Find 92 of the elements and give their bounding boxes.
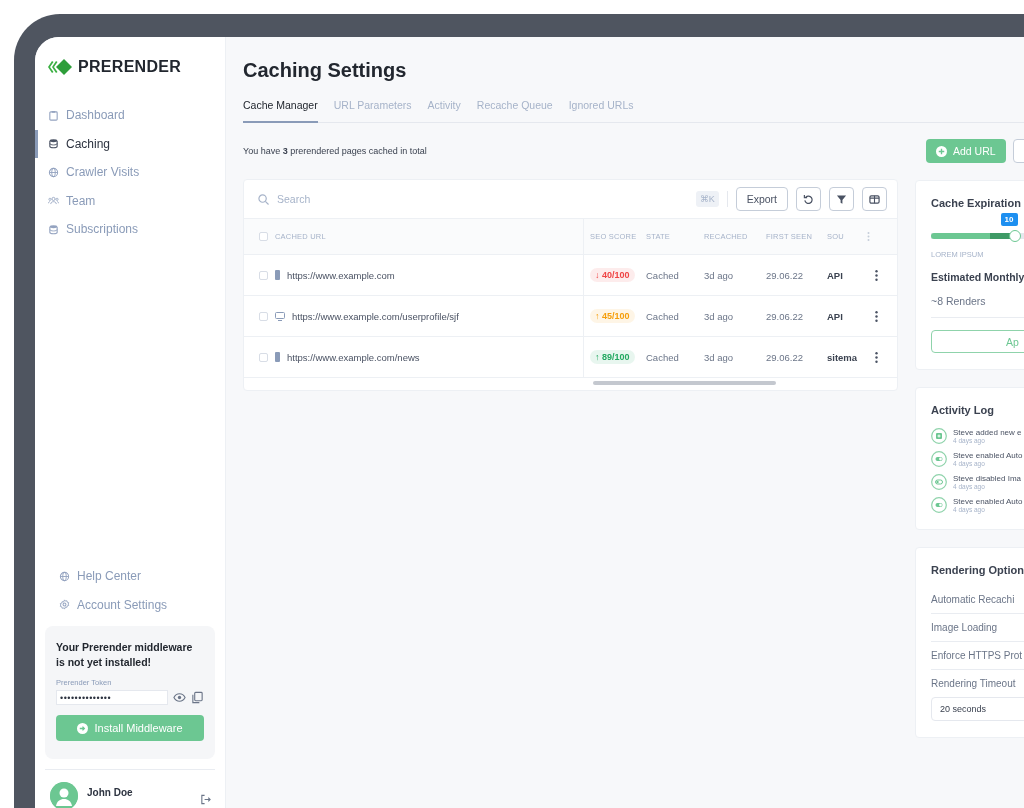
card-title: Rendering Option (931, 564, 1024, 576)
url-cell: https://www.example.com/userprofile/sjf (292, 310, 459, 322)
source-cell: sitema (827, 351, 858, 363)
tab[interactable]: Cache Manager (243, 99, 318, 123)
url-cell: https://www.example.com (287, 269, 395, 281)
activity-text: Steve disabled Ima (953, 474, 1022, 483)
add-url-button[interactable]: Add URL (926, 139, 1006, 163)
state-cell: Cached (646, 310, 679, 322)
slider-handle[interactable] (1008, 230, 1021, 242)
more-icon[interactable] (875, 351, 878, 363)
export-button[interactable]: Export (735, 187, 788, 211)
refresh-icon (803, 193, 814, 205)
url-cell: https://www.example.com/news (287, 351, 420, 363)
settings-icon (59, 599, 70, 611)
checkbox[interactable] (259, 270, 268, 280)
database-icon (48, 138, 59, 150)
people-icon (48, 195, 59, 207)
sidebar-item[interactable]: Help Center (45, 562, 215, 591)
more-icon[interactable] (875, 269, 878, 281)
checkbox[interactable] (259, 311, 268, 321)
summary-text: You have 3 prerendered pages cached in total (243, 145, 428, 158)
sidebar-item[interactable]: Caching (35, 129, 225, 158)
card-title: Cache Expiration (931, 197, 1022, 209)
recached-cell: 3d ago (704, 351, 734, 363)
plus-icon (936, 145, 947, 157)
card-title: Activity Log (931, 404, 995, 416)
activity-text: Steve enabled Auto (953, 451, 1023, 460)
database-icon (48, 223, 59, 235)
phone-icon (275, 270, 280, 280)
source-cell: API (827, 310, 843, 322)
first-seen-cell: 29.06.22 (766, 269, 803, 281)
scrollbar[interactable] (593, 381, 776, 385)
slider-tooltip: 10 (1000, 213, 1018, 226)
page-title: Caching Settings (243, 59, 408, 82)
estimate-value: ~8 Renders (931, 295, 1024, 318)
sidebar-item[interactable]: Team (35, 186, 225, 215)
search-icon (258, 193, 269, 205)
state-cell: Cached (646, 351, 679, 363)
copy-icon[interactable] (191, 691, 204, 704)
activity-text: Steve enabled Auto (953, 497, 1023, 506)
tab[interactable]: Ignored URLs (568, 99, 634, 123)
phone-icon (275, 352, 280, 362)
sidebar-item[interactable]: Dashboard (35, 101, 225, 130)
shortcut-hint: ⌘K (695, 191, 719, 207)
score-badge: ↓ 40/100 (590, 268, 635, 282)
logout-icon[interactable] (200, 794, 211, 805)
option-label: Enforce HTTPS Prot (931, 642, 1024, 670)
sidebar-item[interactable]: Account Settings (45, 590, 215, 619)
score-badge: ↑ 45/100 (590, 309, 635, 323)
estimate-title: Estimated Monthly (931, 271, 1024, 283)
columns-icon (869, 193, 880, 205)
sidebar-item[interactable]: Crawler Visits (35, 158, 225, 187)
clipboard-icon (48, 109, 59, 121)
state-cell: Cached (646, 269, 679, 281)
timeout-select[interactable]: 20 seconds (931, 697, 1024, 721)
toggle-off-icon (931, 474, 947, 490)
filter-icon (836, 193, 847, 205)
toggle-on-icon (931, 497, 947, 513)
score-badge: ↑ 89/100 (590, 350, 635, 364)
user-name: John Doe (87, 787, 133, 798)
logo-text: PRERENDER (78, 58, 182, 76)
refresh-button[interactable] (796, 187, 821, 211)
option-label: Image Loading (931, 614, 1024, 642)
columns-button[interactable] (862, 187, 887, 211)
activity-text: Steve added new e (953, 428, 1022, 437)
checkbox[interactable] (259, 352, 268, 362)
token-field[interactable]: •••••••••••••• (56, 690, 168, 705)
tab[interactable]: Activity (427, 99, 461, 123)
toggle-on-icon (931, 451, 947, 467)
option-label: Automatic Recachi (931, 586, 1024, 614)
globe-icon (59, 570, 70, 582)
recached-cell: 3d ago (704, 269, 734, 281)
option-label: Rendering Timeout (931, 677, 1017, 691)
filter-button[interactable] (829, 187, 854, 211)
more-icon[interactable] (875, 310, 878, 322)
install-middleware-button[interactable]: Install Middleware (56, 715, 204, 741)
sidebar-item[interactable]: Subscriptions (35, 215, 225, 244)
source-cell: API (827, 269, 843, 281)
arrow-right-icon (77, 722, 89, 734)
globe-icon (48, 166, 59, 178)
search-field[interactable]: Search (277, 193, 688, 205)
eye-icon[interactable] (173, 691, 186, 704)
monitor-icon (275, 311, 285, 321)
apply-button[interactable]: Ap (931, 330, 1024, 353)
first-seen-cell: 29.06.22 (766, 351, 803, 363)
logo-icon (48, 57, 72, 77)
tab[interactable]: URL Parameters (333, 99, 412, 123)
first-seen-cell: 29.06.22 (766, 310, 803, 322)
checkbox[interactable] (259, 232, 268, 241)
tab[interactable]: Recache Queue (476, 99, 553, 123)
recached-cell: 3d ago (704, 310, 734, 322)
notice-message: Your Prerender middleware is not yet installed! (56, 640, 194, 670)
